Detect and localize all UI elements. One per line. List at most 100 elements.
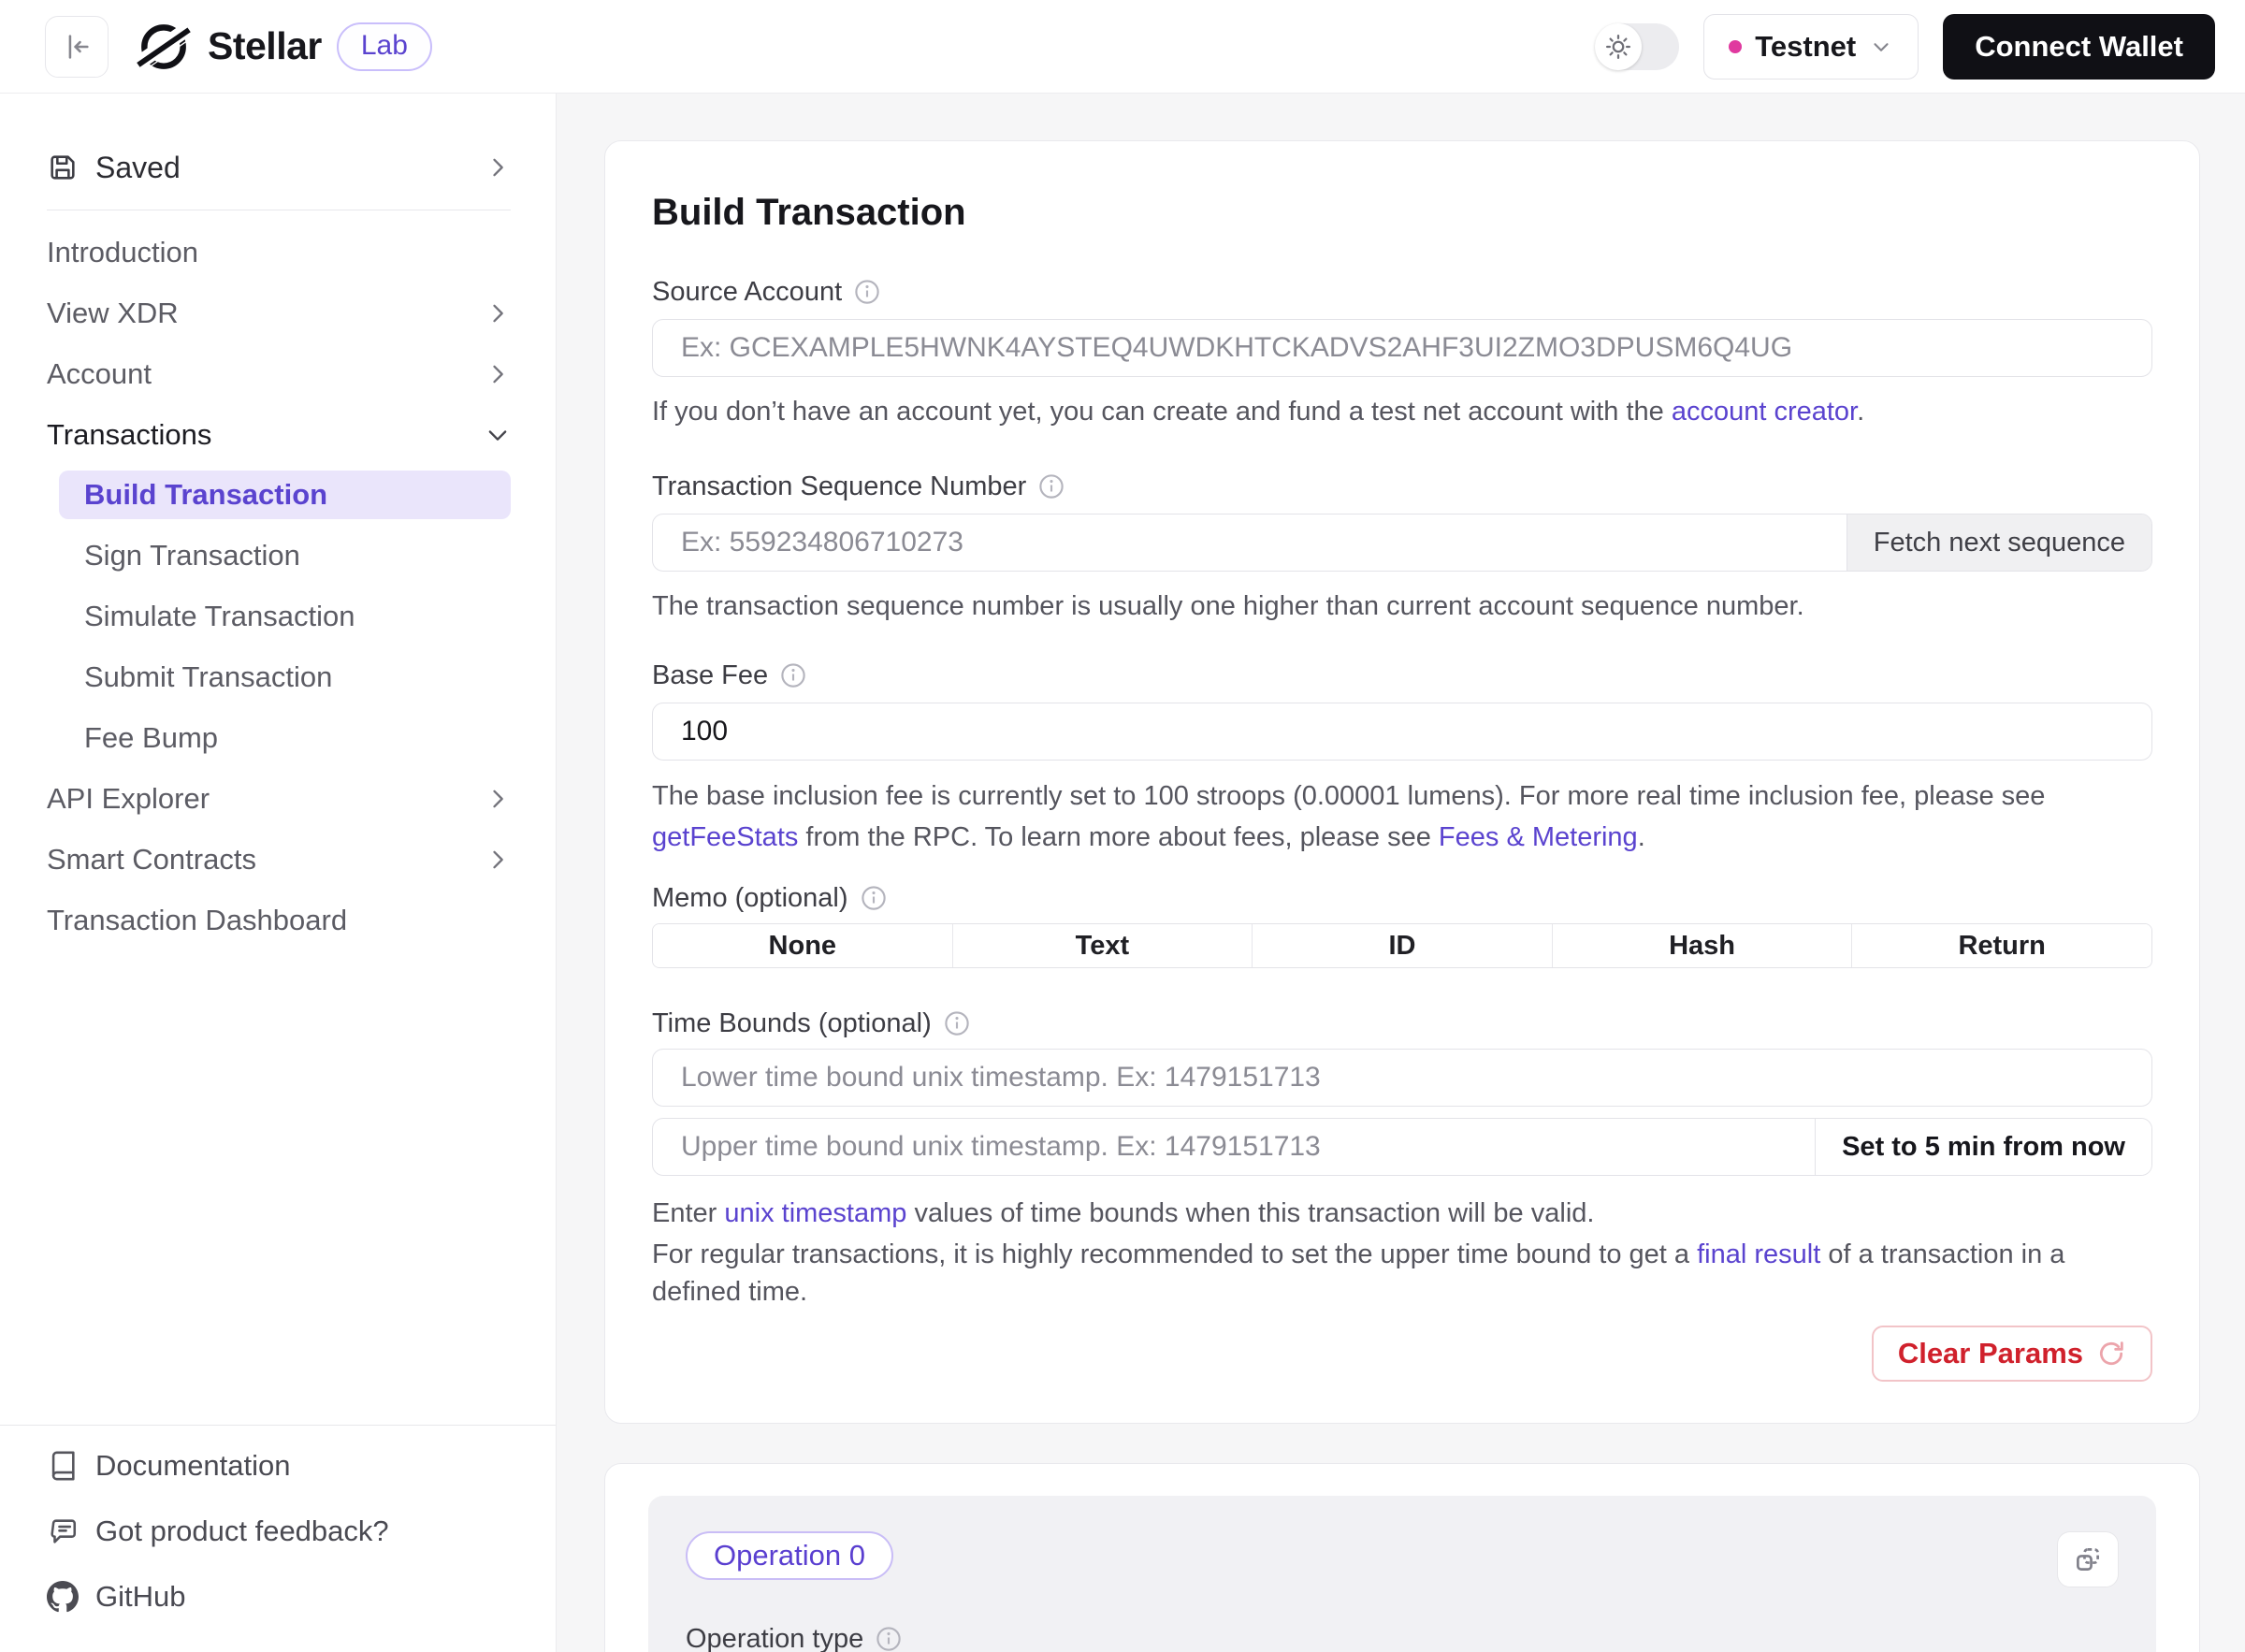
sidebar-item-documentation[interactable]: Documentation (47, 1433, 511, 1499)
memo-tab-text[interactable]: Text (952, 924, 1253, 967)
sidebar-item-label: Fee Bump (84, 721, 218, 755)
getfeestats-link[interactable]: getFeeStats (652, 822, 798, 852)
info-icon[interactable] (875, 1625, 903, 1652)
github-icon (47, 1581, 79, 1613)
operation-card: Operation 0 Operation type Sele (604, 1463, 2200, 1652)
sidebar-nav: Introduction View XDR Account Transactio… (0, 222, 556, 950)
memo-tab-hash[interactable]: Hash (1552, 924, 1852, 967)
sidebar-item-smart-contracts[interactable]: Smart Contracts (0, 829, 556, 890)
sidebar-item-label: Build Transaction (84, 478, 327, 512)
source-account-input[interactable] (652, 319, 2152, 377)
sidebar-item-label: Saved (95, 151, 181, 185)
main-content: Build Transaction Source Account If you … (558, 94, 2245, 1652)
sidebar-item-label: Transactions (47, 418, 211, 452)
sidebar-item-label: Sign Transaction (84, 539, 300, 572)
chevron-right-icon (485, 300, 511, 326)
source-account-helper: If you don’t have an account yet, you ca… (652, 394, 2152, 429)
info-icon[interactable] (860, 884, 888, 912)
sidebar-item-transactions[interactable]: Transactions (0, 404, 556, 465)
info-icon[interactable] (779, 661, 807, 689)
copy-icon (2072, 1543, 2104, 1575)
time-bounds-helper-2: For regular transactions, it is highly r… (652, 1236, 2152, 1311)
sidebar-item-fee-bump[interactable]: Fee Bump (0, 707, 556, 768)
sidebar-item-label: GitHub (95, 1580, 185, 1614)
account-creator-link[interactable]: account creator (1672, 397, 1857, 427)
theme-toggle[interactable] (1595, 23, 1679, 70)
sidebar: Saved Introduction View XDR Account Tran… (0, 94, 557, 1652)
network-status-dot (1729, 40, 1742, 53)
sidebar-item-simulate-transaction[interactable]: Simulate Transaction (0, 586, 556, 646)
final-result-link[interactable]: final result (1697, 1239, 1820, 1269)
feedback-bubble-icon (47, 1515, 79, 1547)
page-title: Build Transaction (652, 190, 2152, 235)
time-bounds-label: Time Bounds (optional) (652, 1006, 2152, 1041)
upper-time-bound-input[interactable] (653, 1119, 1815, 1175)
clear-params-label: Clear Params (1898, 1337, 2083, 1370)
field-label-text: Operation type (686, 1621, 863, 1652)
refresh-icon (2096, 1339, 2126, 1369)
collapse-sidebar-button[interactable] (45, 16, 109, 78)
unix-timestamp-link[interactable]: unix timestamp (724, 1198, 906, 1228)
brand[interactable]: Stellar Lab (135, 18, 432, 76)
sidebar-item-api-explorer[interactable]: API Explorer (0, 768, 556, 829)
helper-text: If you don’t have an account yet, you ca… (652, 397, 1672, 427)
field-label-text: Source Account (652, 274, 842, 310)
sidebar-item-build-transaction[interactable]: Build Transaction (59, 471, 511, 519)
sun-icon (1604, 33, 1632, 61)
fetch-next-sequence-button[interactable]: Fetch next sequence (1847, 514, 2151, 571)
sidebar-item-sign-transaction[interactable]: Sign Transaction (0, 525, 556, 586)
connect-wallet-button[interactable]: Connect Wallet (1943, 14, 2215, 80)
info-icon[interactable] (853, 278, 881, 306)
sidebar-item-label: Introduction (47, 236, 198, 269)
chevron-right-icon (485, 786, 511, 812)
fees-metering-link[interactable]: Fees & Metering (1439, 822, 1638, 852)
helper-text: . (1857, 397, 1864, 427)
helper-text: values of time bounds when this transact… (906, 1198, 1594, 1228)
sidebar-item-label: Account (47, 357, 152, 391)
clear-params-button[interactable]: Clear Params (1872, 1326, 2152, 1382)
sidebar-item-account[interactable]: Account (0, 343, 556, 404)
sidebar-item-saved[interactable]: Saved (47, 137, 511, 198)
helper-text: For regular transactions, it is highly r… (652, 1239, 1697, 1269)
operation-type-label: Operation type (686, 1621, 2119, 1652)
sidebar-footer: Documentation Got product feedback? GitH… (0, 1425, 556, 1652)
sidebar-item-view-xdr[interactable]: View XDR (0, 283, 556, 343)
top-bar: Stellar Lab Testnet Connect Wallet (0, 0, 2245, 94)
sequence-number-label: Transaction Sequence Number (652, 469, 2152, 504)
sidebar-item-label: API Explorer (47, 782, 210, 816)
info-icon[interactable] (1037, 472, 1065, 500)
book-icon (47, 1450, 79, 1482)
sidebar-item-label: Simulate Transaction (84, 600, 355, 633)
sidebar-item-feedback[interactable]: Got product feedback? (47, 1499, 511, 1564)
helper-text: . (1638, 822, 1645, 852)
source-account-label: Source Account (652, 274, 2152, 310)
duplicate-operation-button[interactable] (2057, 1531, 2119, 1587)
chevron-right-icon (485, 154, 511, 181)
helper-text: The base inclusion fee is currently set … (652, 781, 2045, 811)
base-fee-label: Base Fee (652, 658, 2152, 693)
operation-badge[interactable]: Operation 0 (686, 1531, 893, 1580)
lab-badge: Lab (337, 22, 432, 71)
sidebar-item-github[interactable]: GitHub (47, 1564, 511, 1630)
sidebar-item-label: Transaction Dashboard (47, 904, 347, 937)
set-5-min-button[interactable]: Set to 5 min from now (1815, 1119, 2151, 1175)
memo-tab-return[interactable]: Return (1851, 924, 2151, 967)
stellar-logo-icon (135, 18, 193, 76)
network-select[interactable]: Testnet (1703, 14, 1919, 80)
sidebar-item-label: Smart Contracts (47, 843, 256, 877)
chevron-right-icon (485, 361, 511, 387)
info-icon[interactable] (943, 1009, 971, 1037)
sequence-number-helper: The transaction sequence number is usual… (652, 588, 2152, 624)
sequence-number-input[interactable] (653, 514, 1847, 571)
network-label: Testnet (1755, 30, 1856, 64)
sidebar-item-submit-transaction[interactable]: Submit Transaction (0, 646, 556, 707)
brand-name: Stellar (208, 24, 322, 68)
memo-tab-none[interactable]: None (653, 924, 952, 967)
sidebar-item-transaction-dashboard[interactable]: Transaction Dashboard (0, 890, 556, 950)
memo-tab-id[interactable]: ID (1252, 924, 1552, 967)
time-bounds-helper-1: Enter unix timestamp values of time boun… (652, 1195, 2152, 1232)
sidebar-item-introduction[interactable]: Introduction (0, 222, 556, 283)
memo-label: Memo (optional) (652, 880, 2152, 916)
lower-time-bound-input[interactable] (652, 1049, 2152, 1107)
base-fee-input[interactable] (652, 703, 2152, 761)
